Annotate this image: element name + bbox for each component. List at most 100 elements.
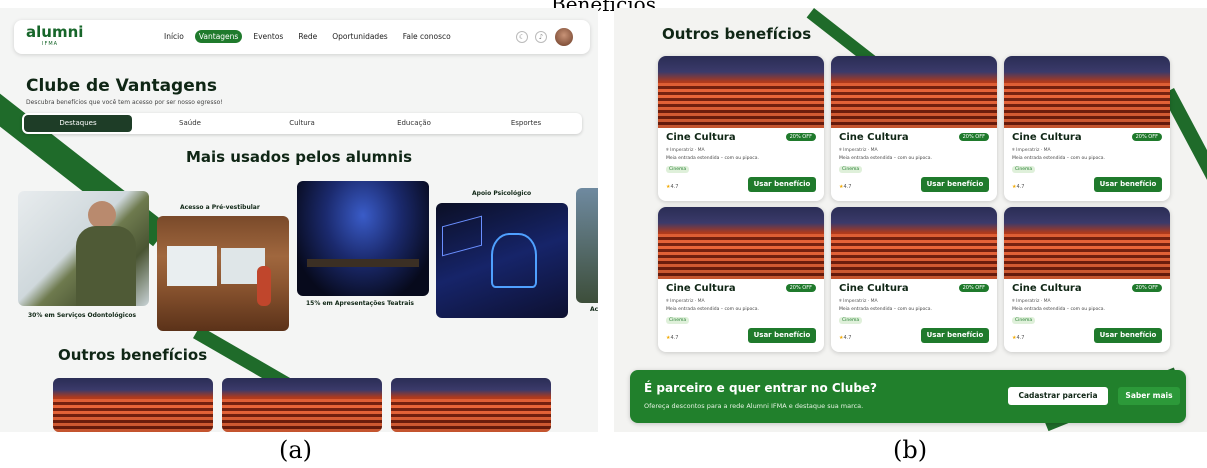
benefit-card: Cine Cultura 20% OFF ⌾ Imperatriz · MA M… bbox=[1004, 207, 1170, 352]
benefit-card-psicologico[interactable] bbox=[436, 203, 568, 318]
cinema-image bbox=[658, 207, 824, 279]
discount-badge: 20% OFF bbox=[785, 284, 816, 292]
top-navbar: alumni IFMA Início Vantagens Eventos Red… bbox=[14, 20, 590, 54]
benefit-card-partial[interactable] bbox=[576, 188, 598, 303]
pin-icon: ⌾ bbox=[666, 148, 669, 153]
card-label: Apoio Psicológico bbox=[472, 190, 532, 197]
dentist-body bbox=[76, 226, 136, 306]
rating: ★4.7 bbox=[1012, 335, 1025, 341]
page-title: Clube de Vantagens bbox=[26, 76, 217, 96]
card-label: 30% em Serviços Odontológicos bbox=[28, 312, 137, 319]
dentist-figure bbox=[88, 201, 116, 229]
category-tag: Cinema bbox=[1012, 317, 1036, 324]
pin-icon: ⌾ bbox=[839, 148, 842, 153]
cinema-image bbox=[1004, 56, 1170, 128]
caption-b: (b) bbox=[893, 436, 928, 464]
use-benefit-button[interactable]: Usar benefício bbox=[748, 328, 816, 343]
use-benefit-button[interactable]: Usar benefício bbox=[1094, 177, 1162, 192]
other-benefit-thumb[interactable] bbox=[391, 378, 551, 432]
benefit-name: Cine Cultura bbox=[839, 283, 909, 294]
tab-saude[interactable]: Saúde bbox=[136, 115, 244, 132]
others-heading: Outros benefícios bbox=[58, 346, 208, 364]
rating: ★4.7 bbox=[666, 335, 679, 341]
benefit-card-odontologico[interactable] bbox=[18, 191, 149, 306]
discount-badge: 20% OFF bbox=[958, 133, 989, 141]
pin-icon: ⌾ bbox=[1012, 299, 1015, 304]
tab-cultura[interactable]: Cultura bbox=[248, 115, 356, 132]
rating: ★4.7 bbox=[839, 184, 852, 190]
use-benefit-button[interactable]: Usar benefício bbox=[748, 177, 816, 192]
benefit-name: Cine Cultura bbox=[666, 132, 736, 143]
pin-icon: ⌾ bbox=[839, 299, 842, 304]
page-subtitle: Descubra benefícios que você tem acesso … bbox=[26, 99, 223, 106]
discount-badge: 20% OFF bbox=[1131, 133, 1162, 141]
banner-title: É parceiro e quer entrar no Clube? bbox=[644, 381, 878, 395]
cinema-image bbox=[658, 56, 824, 128]
rating: ★4.7 bbox=[1012, 184, 1025, 190]
discount-badge: 20% OFF bbox=[1131, 284, 1162, 292]
discount-badge: 20% OFF bbox=[785, 133, 816, 141]
cinema-image bbox=[1004, 207, 1170, 279]
card-label: Acesso a Pré-vestibular bbox=[180, 204, 260, 211]
panel-a-clube-page: alumni IFMA Início Vantagens Eventos Red… bbox=[0, 8, 598, 432]
tab-destaques[interactable]: Destaques bbox=[24, 115, 132, 132]
neon-sign bbox=[442, 215, 482, 257]
partner-banner: É parceiro e quer entrar no Clube? Ofere… bbox=[630, 370, 1186, 423]
benefit-card: Cine Cultura 20% OFF ⌾ Imperatriz · MA M… bbox=[831, 56, 997, 201]
benefit-description: Meia entrada estendida – com ou pipoca. bbox=[839, 307, 932, 312]
nav-icons: ☾ ♪ bbox=[516, 27, 574, 47]
rating: ★4.7 bbox=[839, 335, 852, 341]
discount-badge: 20% OFF bbox=[958, 284, 989, 292]
category-tag: Cinema bbox=[1012, 166, 1036, 173]
head-outline bbox=[491, 233, 537, 288]
panel-b-outros-beneficios: Outros benefícios Cine Cultura 20% OFF ⌾… bbox=[614, 8, 1207, 432]
category-tag: Cinema bbox=[666, 166, 690, 173]
category-tag: Cinema bbox=[839, 166, 863, 173]
category-tag: Cinema bbox=[666, 317, 690, 324]
other-benefit-thumb[interactable] bbox=[53, 378, 213, 432]
most-used-heading: Mais usados pelos alumnis bbox=[185, 148, 413, 166]
use-benefit-button[interactable]: Usar benefício bbox=[1094, 328, 1162, 343]
banner-subtitle: Ofereça descontos para a rede Alumni IFM… bbox=[644, 402, 864, 410]
theme-toggle-icon[interactable]: ☾ bbox=[516, 31, 528, 43]
use-benefit-button[interactable]: Usar benefício bbox=[921, 177, 989, 192]
rating: ★4.7 bbox=[666, 184, 679, 190]
nav-oportunidades[interactable]: Oportunidades bbox=[328, 30, 392, 43]
nav-rede[interactable]: Rede bbox=[294, 30, 321, 43]
benefit-description: Meia entrada estendida – com ou pipoca. bbox=[839, 156, 932, 161]
pin-icon: ⌾ bbox=[1012, 148, 1015, 153]
tab-esportes[interactable]: Esportes bbox=[472, 115, 580, 132]
user-avatar[interactable] bbox=[554, 27, 574, 47]
others-heading: Outros benefícios bbox=[662, 25, 812, 43]
nav-vantagens[interactable]: Vantagens bbox=[194, 30, 243, 43]
learn-more-button[interactable]: Saber mais bbox=[1118, 387, 1180, 405]
card-label: Ac bbox=[590, 306, 598, 313]
location-text: ⌾ Imperatriz · MA bbox=[666, 148, 705, 153]
presenter-figure bbox=[257, 266, 271, 306]
card-label: 15% em Apresentações Teatrais bbox=[306, 300, 414, 307]
benefit-description: Meia entrada estendida – com ou pipoca. bbox=[1012, 307, 1105, 312]
category-tag: Cinema bbox=[839, 317, 863, 324]
tab-educacao[interactable]: Educação bbox=[360, 115, 468, 132]
other-benefit-thumb[interactable] bbox=[222, 378, 382, 432]
benefit-card: Cine Cultura 20% OFF ⌾ Imperatriz · MA M… bbox=[831, 207, 997, 352]
stage-floor bbox=[307, 259, 419, 267]
cinema-image bbox=[831, 207, 997, 279]
benefit-card-pre-vestibular[interactable] bbox=[157, 216, 289, 331]
location-text: ⌾ Imperatriz · MA bbox=[666, 299, 705, 304]
alumni-logo[interactable]: alumni bbox=[26, 23, 83, 41]
benefit-card: Cine Cultura 20% OFF ⌾ Imperatriz · MA M… bbox=[658, 56, 824, 201]
benefit-card-teatro[interactable] bbox=[297, 181, 429, 296]
caption-a: (a) bbox=[279, 436, 313, 464]
location-text: ⌾ Imperatriz · MA bbox=[1012, 148, 1051, 153]
whiteboard bbox=[167, 246, 217, 286]
nav-eventos[interactable]: Eventos bbox=[249, 30, 287, 43]
nav-inicio[interactable]: Início bbox=[160, 30, 188, 43]
notification-bell-icon[interactable]: ♪ bbox=[535, 31, 547, 43]
use-benefit-button[interactable]: Usar benefício bbox=[921, 328, 989, 343]
nav-fale-conosco[interactable]: Fale conosco bbox=[399, 30, 455, 43]
benefit-card: Cine Cultura 20% OFF ⌾ Imperatriz · MA M… bbox=[658, 207, 824, 352]
benefit-name: Cine Cultura bbox=[666, 283, 736, 294]
benefit-name: Cine Cultura bbox=[839, 132, 909, 143]
register-partnership-button[interactable]: Cadastrar parceria bbox=[1008, 387, 1108, 405]
